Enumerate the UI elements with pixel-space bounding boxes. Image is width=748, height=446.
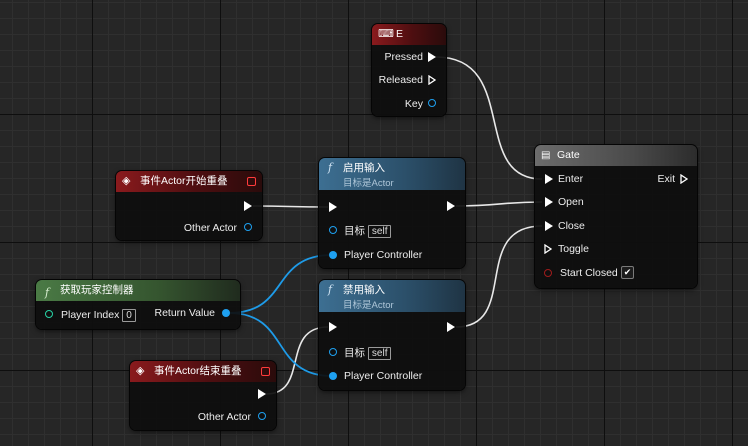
gate-exit-pin[interactable] (680, 174, 688, 184)
disable-input-title: 禁用输入 (343, 284, 385, 296)
return-value-pin[interactable] (222, 309, 230, 317)
begin-overlap-header[interactable]: ◈ 事件Actor开始重叠 (116, 171, 262, 192)
gate-toggle-label: Toggle (558, 243, 589, 255)
get-player-controller-header[interactable]: f 获取玩家控制器 (36, 280, 240, 301)
other-actor-label: Other Actor (183, 222, 237, 234)
gate-enter-label: Enter (558, 173, 584, 185)
disable-player-controller-pin[interactable] (329, 372, 337, 380)
gate-icon: ▤ (541, 150, 551, 161)
event-diamond-icon: ◈ (136, 365, 145, 377)
enable-input-subtitle: 目标是Actor (343, 178, 394, 189)
get-player-controller-node[interactable]: f 获取玩家控制器 Player Index 0 Return Value (36, 280, 240, 329)
wire-exec-begin-to-enable (252, 205, 329, 208)
disable-input-node[interactable]: f 禁用输入 目标是Actor 目标 self Player Controlle… (319, 280, 465, 390)
released-pin-label: Released (378, 74, 423, 86)
begin-overlap-node[interactable]: ◈ 事件Actor开始重叠 Other Actor (116, 171, 262, 240)
enable-input-exec-out[interactable] (447, 201, 455, 211)
self-value-box[interactable]: self (367, 347, 392, 360)
function-icon: f (328, 283, 333, 296)
gate-header[interactable]: ▤ Gate (535, 145, 697, 166)
disable-input-exec-out[interactable] (447, 322, 455, 332)
function-icon: f (45, 286, 50, 299)
enable-target-pin[interactable] (329, 226, 337, 234)
enable-player-controller-label: Player Controller (344, 249, 423, 261)
end-overlap-header[interactable]: ◈ 事件Actor结束重叠 (130, 361, 276, 382)
end-overlap-node[interactable]: ◈ 事件Actor结束重叠 Other Actor (130, 361, 276, 430)
disable-input-header[interactable]: f 禁用输入 目标是Actor (319, 280, 465, 312)
released-exec-pin[interactable] (428, 75, 436, 85)
wire-obj-return-to-enable (228, 254, 333, 314)
key-struct-pin[interactable] (428, 99, 436, 107)
player-index-pin[interactable] (45, 310, 53, 318)
start-closed-label: Start Closed (560, 267, 618, 279)
gate-close-pin[interactable] (545, 221, 553, 231)
gate-exit-label: Exit (657, 173, 675, 185)
start-closed-checkbox[interactable]: ✔ (621, 266, 634, 279)
end-other-actor-pin[interactable] (258, 412, 266, 420)
other-actor-pin[interactable] (244, 223, 252, 231)
delegate-pin-icon[interactable] (261, 367, 270, 376)
player-index-label: Player Index 0 (61, 308, 136, 322)
start-closed-pin[interactable] (544, 269, 552, 277)
gate-enter-pin[interactable] (545, 174, 553, 184)
enable-input-title: 启用输入 (343, 162, 385, 174)
event-diamond-icon: ◈ (122, 175, 131, 187)
wire-exec-disable-to-close (455, 225, 543, 328)
return-value-label: Return Value (154, 307, 215, 319)
gate-close-label: Close (558, 220, 585, 232)
disable-input-exec-in[interactable] (329, 322, 337, 332)
end-other-actor-label: Other Actor (197, 411, 251, 423)
enable-player-controller-pin[interactable] (329, 251, 337, 259)
delegate-pin-icon[interactable] (247, 177, 256, 186)
self-value-box[interactable]: self (367, 225, 392, 238)
gate-title: Gate (557, 149, 580, 161)
end-overlap-exec-out[interactable] (258, 389, 266, 399)
wire-exec-enable-to-open (455, 201, 543, 207)
keyboard-icon: ⌨ (378, 28, 394, 40)
begin-overlap-exec-out[interactable] (244, 201, 252, 211)
disable-input-subtitle: 目标是Actor (343, 300, 394, 311)
enable-input-node[interactable]: f 启用输入 目标是Actor 目标 self Player Controlle… (319, 158, 465, 268)
key-pin-label: Key (404, 98, 423, 110)
gate-toggle-pin[interactable] (544, 244, 552, 254)
disable-player-controller-label: Player Controller (344, 370, 423, 382)
disable-target-pin[interactable] (329, 348, 337, 356)
key-e-node[interactable]: ⌨ E Pressed Released Key (372, 24, 446, 116)
enable-input-exec-in[interactable] (329, 202, 337, 212)
gate-open-label: Open (558, 196, 584, 208)
pressed-pin-label: Pressed (384, 51, 423, 63)
gate-node[interactable]: ▤ Gate Enter Exit Open Close Toggle Star… (535, 145, 697, 288)
disable-target-label: 目标 self (344, 346, 392, 360)
get-player-controller-title: 获取玩家控制器 (60, 284, 134, 296)
player-index-value-box[interactable]: 0 (122, 309, 136, 322)
end-overlap-title: 事件Actor结束重叠 (154, 365, 242, 377)
key-e-node-header[interactable]: ⌨ E (372, 24, 446, 45)
pressed-exec-pin[interactable] (428, 52, 436, 62)
gate-open-pin[interactable] (545, 197, 553, 207)
key-e-node-title: E (396, 28, 404, 40)
begin-overlap-title: 事件Actor开始重叠 (140, 175, 228, 187)
function-icon: f (328, 161, 333, 174)
enable-target-label: 目标 self (344, 224, 392, 238)
enable-input-header[interactable]: f 启用输入 目标是Actor (319, 158, 465, 190)
